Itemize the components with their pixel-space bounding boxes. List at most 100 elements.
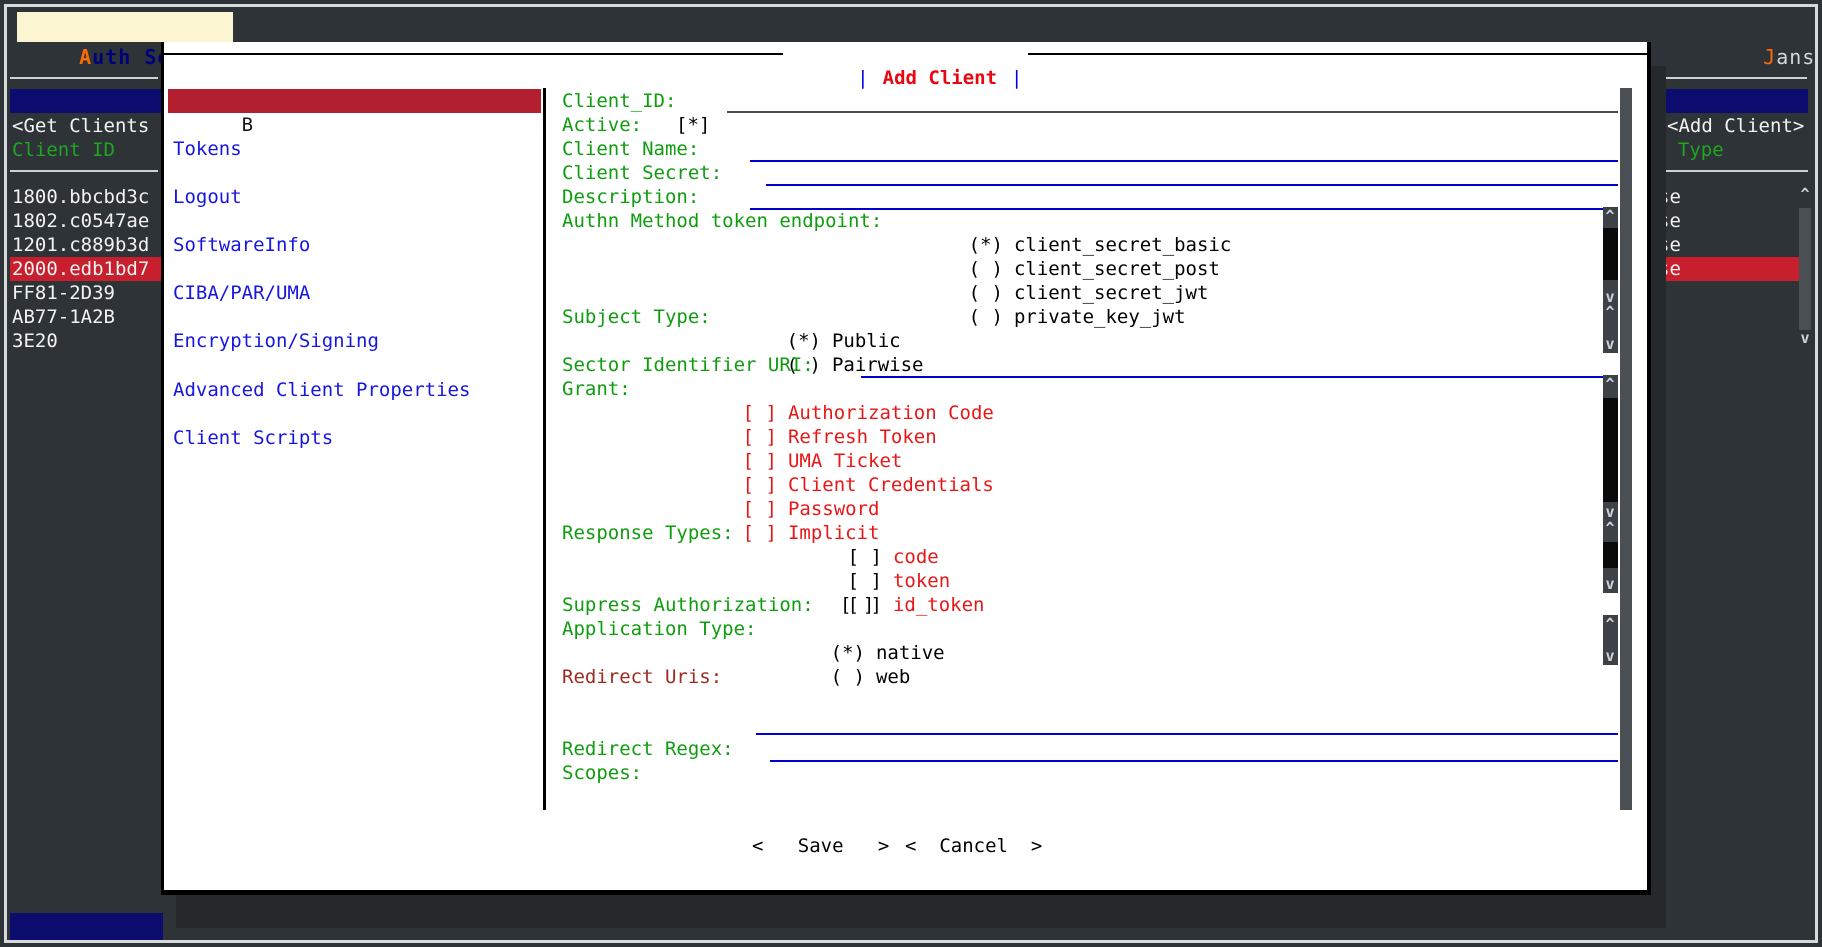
checkbox-client-credentials[interactable]: [ ]Client Credentials — [674, 449, 994, 473]
response-scroll-thumb[interactable] — [1603, 542, 1618, 568]
left-panel-bottom-bar — [10, 913, 163, 941]
sidebar-item-basic[interactable]: Basic — [168, 89, 541, 113]
sidebar-item-advanced-client-properties[interactable]: Advanced Client Properties — [168, 378, 541, 402]
scroll-up-icon[interactable]: ^ — [1600, 520, 1620, 536]
subject-type-label: Subject Type: — [562, 305, 711, 329]
checkbox-token[interactable]: [ ]token — [779, 545, 950, 569]
menu-item-users[interactable]: Users — [552, 12, 669, 42]
scroll-down-icon[interactable]: v — [1600, 336, 1620, 352]
checkbox-uma-ticket[interactable]: [ ]UMA Ticket — [674, 425, 902, 449]
client-id-label: Client_ID: — [562, 89, 676, 113]
grant-label: Grant: — [562, 377, 631, 401]
client-row-selected[interactable]: 2000.edb1bd7 — [12, 257, 149, 281]
dialog-shadow-right — [1651, 66, 1666, 928]
redirect-uris-textarea[interactable] — [756, 689, 1618, 735]
supress-authorization-checkbox[interactable]: [ ] — [840, 593, 874, 617]
sector-identifier-uri-label: Sector Identifier URI: — [562, 353, 814, 377]
menu-item-fido[interactable]: FIDO — [218, 12, 322, 42]
checkbox-refresh-token[interactable]: [ ]Refresh Token — [674, 401, 937, 425]
right-panel-title-bar — [1655, 89, 1808, 113]
scroll-up-icon[interactable]: ^ — [1600, 616, 1620, 632]
authn-method-label: Authn Method token endpoint: — [562, 209, 882, 233]
radio-mark: ( ) — [831, 666, 876, 688]
checkbox-authorization-code[interactable]: [ ]Authorization Code — [674, 377, 994, 401]
active-label: Active: — [562, 113, 642, 137]
supress-authorization-label: Supress Authorization: — [562, 593, 814, 617]
sidebar-item-softwareinfo[interactable]: SoftwareInfo — [168, 233, 541, 257]
client-secret-input[interactable] — [766, 184, 1618, 186]
get-clients-button[interactable]: <Get Clients — [12, 114, 149, 138]
sidebar-item-tokens[interactable]: Tokens — [168, 137, 541, 161]
sidebar-item-encryption-signing[interactable]: Encryption/Signing — [168, 329, 541, 353]
client-secret-label: Client Secret: — [562, 161, 722, 185]
scroll-up-icon[interactable]: ^ — [1600, 304, 1620, 320]
client-row[interactable]: AB77-1A2B — [12, 305, 115, 329]
checkbox-code[interactable]: [ ]code — [779, 521, 939, 545]
client-id-input[interactable] — [727, 111, 1618, 113]
scroll-down-icon[interactable]: v — [1600, 576, 1620, 592]
description-label: Description: — [562, 185, 699, 209]
client-row[interactable]: 1800.bbcbd3c — [12, 185, 149, 209]
scroll-up-icon[interactable]: ^ — [1795, 186, 1815, 202]
authn-scroll-thumb[interactable] — [1603, 228, 1618, 280]
scroll-down-icon[interactable]: v — [1795, 330, 1815, 346]
sidebar-item-client-scripts[interactable]: Client Scripts — [168, 426, 541, 450]
client-row[interactable]: 1802.c0547ae — [12, 209, 149, 233]
redirect-uris-input-line[interactable] — [756, 733, 1618, 735]
hotkey: B — [242, 114, 253, 136]
radio-private-key-jwt[interactable]: ( )private_key_jwt — [900, 281, 1186, 305]
radio-web[interactable]: ( )web — [762, 641, 910, 665]
cancel-button[interactable]: < Cancel > — [905, 834, 1042, 858]
checkbox-password[interactable]: [ ]Password — [674, 473, 879, 497]
left-panel-top-border — [10, 77, 158, 79]
left-panel-divider — [10, 170, 158, 172]
active-checkbox[interactable]: [*] — [676, 113, 710, 137]
hotkey: A — [79, 45, 92, 69]
add-client-dialog: |Add Client| Basic Tokens Logout Softwar… — [161, 42, 1651, 895]
left-panel-title-bar — [10, 89, 161, 113]
radio-mark: ( ) — [969, 306, 1014, 328]
radio-client-secret-basic[interactable]: (*)client_secret_basic — [900, 209, 1231, 233]
dialog-divider — [543, 88, 546, 810]
response-types-label: Response Types: — [562, 521, 734, 545]
client-row[interactable]: 3E20 — [12, 329, 58, 353]
right-panel-scrollbar-thumb[interactable] — [1799, 208, 1811, 330]
form-scrollbar[interactable] — [1620, 88, 1632, 810]
radio-client-secret-jwt[interactable]: ( )client_secret_jwt — [900, 257, 1208, 281]
right-panel-top-border — [1666, 77, 1807, 79]
hotkey: J — [1763, 45, 1776, 69]
title-pipe: | — [857, 67, 868, 89]
checkbox-id-token[interactable]: [ ]id_token — [779, 569, 984, 593]
application-type-label: Application Type: — [562, 617, 756, 641]
scroll-up-icon[interactable]: ^ — [1600, 208, 1620, 224]
radio-client-secret-post[interactable]: ( )client_secret_post — [900, 233, 1220, 257]
menu-item-auth-server[interactable]: Auth Server — [17, 12, 233, 42]
add-client-button[interactable]: <Add Client> — [1667, 114, 1804, 138]
right-panel-divider — [1655, 170, 1808, 172]
scroll-up-icon[interactable]: ^ — [1600, 376, 1620, 392]
menu-item-scripts[interactable]: Scripts — [423, 12, 566, 42]
title-pipe: | — [1011, 67, 1022, 89]
dialog-shadow-bottom — [176, 895, 1666, 928]
dialog-title-text: Add Client — [869, 67, 1011, 89]
radio-native[interactable]: (*)native — [762, 617, 945, 641]
client-row[interactable]: FF81-2D39 — [12, 281, 115, 305]
scopes-label: Scopes: — [562, 761, 642, 785]
checkbox-implicit[interactable]: [ ]Implicit — [674, 497, 879, 521]
save-button[interactable]: < Save > — [752, 834, 889, 858]
menu-item-jans-cli[interactable]: Jans Cli — [1711, 12, 1822, 42]
menu-item-scim[interactable]: SCIM — [320, 12, 424, 42]
client-name-input[interactable] — [750, 160, 1618, 162]
radio-public[interactable]: (*)Public — [718, 305, 901, 329]
redirect-regex-label: Redirect Regex: — [562, 737, 734, 761]
scroll-down-icon[interactable]: v — [1600, 648, 1620, 664]
dialog-title: |Add Client| — [783, 42, 1029, 66]
client-name-label: Client Name: — [562, 137, 699, 161]
sidebar-item-ciba-par-uma[interactable]: CIBA/PAR/UMA — [168, 281, 541, 305]
sidebar-item-logout[interactable]: Logout — [168, 185, 541, 209]
redirect-regex-input[interactable] — [770, 760, 1618, 762]
scroll-down-icon[interactable]: v — [1600, 504, 1620, 520]
radio-pairwise[interactable]: ( )Pairwise — [718, 329, 923, 353]
grant-scroll-thumb[interactable] — [1603, 398, 1618, 502]
client-row[interactable]: 1201.c889b3d — [12, 233, 149, 257]
